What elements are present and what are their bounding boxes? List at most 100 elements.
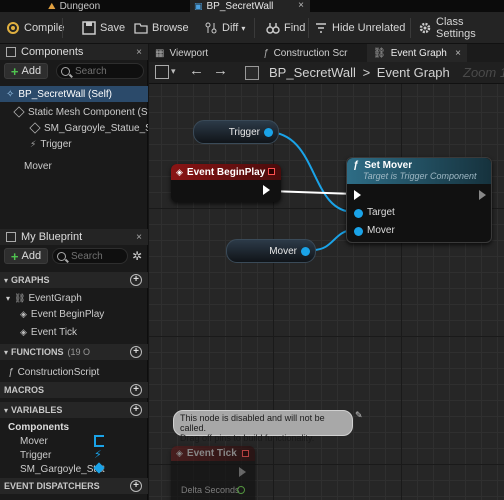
my-blueprint-tab[interactable]: My Blueprint ×	[0, 229, 148, 245]
graph-item-beginplay[interactable]: ◈ Event BeginPlay	[0, 306, 148, 322]
node-title: Event Tick	[186, 448, 237, 459]
browse-button[interactable]: Browse	[134, 18, 189, 38]
components-tab-label: Components	[21, 46, 84, 58]
toolbar-divider	[308, 18, 309, 38]
variable-item-gargoyle[interactable]: SM_Gargoyle_Stat	[0, 461, 148, 477]
component-label: SM_Gargoyle_Statue_Stat	[44, 122, 148, 134]
tab-label: Event Graph	[390, 47, 447, 59]
trigger-variable-node[interactable]: Trigger	[193, 120, 279, 144]
close-icon[interactable]: ×	[455, 48, 461, 59]
float-pin[interactable]	[237, 486, 245, 494]
component-item-mover[interactable]: Mover	[0, 158, 148, 174]
grid-icon[interactable]	[155, 65, 169, 79]
mover-variable-node[interactable]: Mover	[226, 239, 316, 263]
graph-canvas[interactable]: Trigger ◈ Event BeginPlay ƒ Set Mover Ta…	[149, 84, 504, 500]
tab-event-graph[interactable]: ⛓ Event Graph ×	[367, 44, 467, 62]
level-icon: ⛰	[48, 0, 56, 11]
event-tick-node[interactable]: ◈ Event Tick Delta Seconds	[171, 446, 255, 500]
macros-section-header[interactable]: MACROS +	[0, 382, 148, 398]
exec-in-pin[interactable]	[354, 190, 361, 200]
object-pin[interactable]	[301, 247, 310, 256]
event-icon: ◈	[20, 308, 27, 319]
breadcrumb-graph: Event Graph	[376, 65, 450, 80]
components-tab[interactable]: Components ×	[0, 44, 148, 60]
exec-out-pin[interactable]	[239, 467, 246, 477]
component-item-trigger[interactable]: ⚡ Trigger	[0, 136, 148, 152]
trigger-component-icon: ⚡	[94, 449, 102, 461]
node-title-row: ƒ Set Mover	[353, 160, 491, 171]
event-beginplay-node[interactable]: ◈ Event BeginPlay	[171, 164, 281, 202]
class-settings-button[interactable]: Class Settings	[418, 16, 504, 40]
gear-icon[interactable]: ✲	[132, 249, 142, 263]
function-item-construction[interactable]: ƒ ConstructionScript	[0, 364, 148, 380]
graph-item-tick[interactable]: ◈ Event Tick	[0, 324, 148, 340]
target-pin-label: Target	[367, 207, 395, 218]
find-button[interactable]: Find	[266, 18, 305, 38]
close-icon[interactable]: ×	[136, 232, 142, 243]
diff-button[interactable]: Diff ▾	[204, 18, 245, 38]
compile-button[interactable]: Compile	[6, 18, 64, 38]
breadcrumb-separator: >	[362, 65, 371, 80]
search-icon	[57, 251, 66, 261]
tab-dungeon[interactable]: ⛰ Dungeon	[48, 0, 178, 12]
functions-section-header[interactable]: ▾ FUNCTIONS (19 O +	[0, 344, 148, 360]
variables-section-header[interactable]: ▾ VARIABLES +	[0, 402, 148, 418]
toolbar-divider	[254, 18, 255, 38]
delegate-pin[interactable]	[268, 168, 275, 175]
browse-label: Browse	[152, 22, 189, 34]
tab-bp-secretwall[interactable]: ▣ BP_SecretWall ×	[190, 0, 310, 12]
graph-icon: ⛓	[373, 47, 386, 59]
breadcrumb-blueprint[interactable]: BP_SecretWall	[269, 65, 356, 80]
graph-item-eventgraph[interactable]: ▾ ⛓ EventGraph	[0, 290, 148, 306]
set-mover-node[interactable]: ƒ Set Mover Target is Trigger Component …	[346, 157, 492, 243]
delegate-pin[interactable]	[242, 450, 249, 457]
function-label: ConstructionScript	[17, 366, 100, 378]
exec-out-pin[interactable]	[263, 185, 270, 195]
event-icon: ◈	[176, 166, 183, 177]
add-variable-icon[interactable]: +	[130, 404, 142, 416]
component-label: Mover	[24, 160, 52, 172]
add-graph-icon[interactable]: +	[130, 274, 142, 286]
blueprint-search-input[interactable]: Search	[52, 248, 128, 264]
add-blueprint-item-button[interactable]: + Add	[4, 248, 48, 264]
component-item-self[interactable]: ✧ BP_SecretWall (Self)	[0, 86, 148, 102]
node-label: Mover	[269, 245, 297, 257]
components-icon	[6, 47, 16, 57]
object-pin[interactable]	[264, 128, 273, 137]
component-item-gargoyle[interactable]: SM_Gargoyle_Statue_Stat	[0, 120, 148, 136]
target-pin[interactable]	[354, 209, 363, 218]
back-arrow-icon[interactable]: ←	[189, 62, 204, 79]
dispatchers-section-header[interactable]: EVENT DISPATCHERS +	[0, 478, 148, 494]
search-placeholder: Search	[75, 65, 107, 77]
add-function-icon[interactable]: +	[130, 346, 142, 358]
add-macro-icon[interactable]: +	[130, 384, 142, 396]
chevron-down-icon[interactable]: ▾	[171, 66, 176, 77]
binoculars-icon	[266, 21, 280, 35]
hide-unrelated-button[interactable]: Hide Unrelated	[314, 18, 405, 38]
filter-icon	[314, 21, 328, 35]
component-item-static-mesh[interactable]: Static Mesh Component (StaticMe	[0, 104, 148, 120]
chevron-down-icon: ▾	[4, 275, 9, 285]
scene-component-icon	[94, 435, 104, 447]
chevron-down-icon: ▾	[6, 293, 11, 303]
add-dispatcher-icon[interactable]: +	[130, 480, 142, 492]
tab-viewport[interactable]: ▦ Viewport	[149, 44, 257, 62]
section-title: VARIABLES	[11, 405, 63, 415]
mover-pin[interactable]	[354, 227, 363, 236]
close-icon[interactable]: ×	[298, 0, 304, 11]
components-search-input[interactable]: Search	[56, 63, 144, 79]
variable-label: Mover	[20, 435, 48, 447]
tab-label: Construction Scr	[273, 47, 348, 59]
viewport-icon: ▦	[155, 47, 165, 59]
tab-construction-script[interactable]: ƒ Construction Scr	[257, 44, 365, 62]
section-title: EVENT DISPATCHERS	[4, 481, 100, 491]
pin-icon[interactable]: ✎	[355, 410, 363, 421]
class-settings-label: Class Settings	[436, 16, 476, 40]
graphs-section-header[interactable]: ▾ GRAPHS +	[0, 272, 148, 288]
close-icon[interactable]: ×	[136, 47, 142, 58]
exec-out-pin[interactable]	[479, 190, 486, 200]
blueprint-icon	[245, 66, 259, 80]
forward-arrow-icon[interactable]: →	[213, 62, 228, 79]
save-button[interactable]: Save	[82, 18, 125, 38]
add-component-button[interactable]: + Add	[4, 63, 48, 79]
